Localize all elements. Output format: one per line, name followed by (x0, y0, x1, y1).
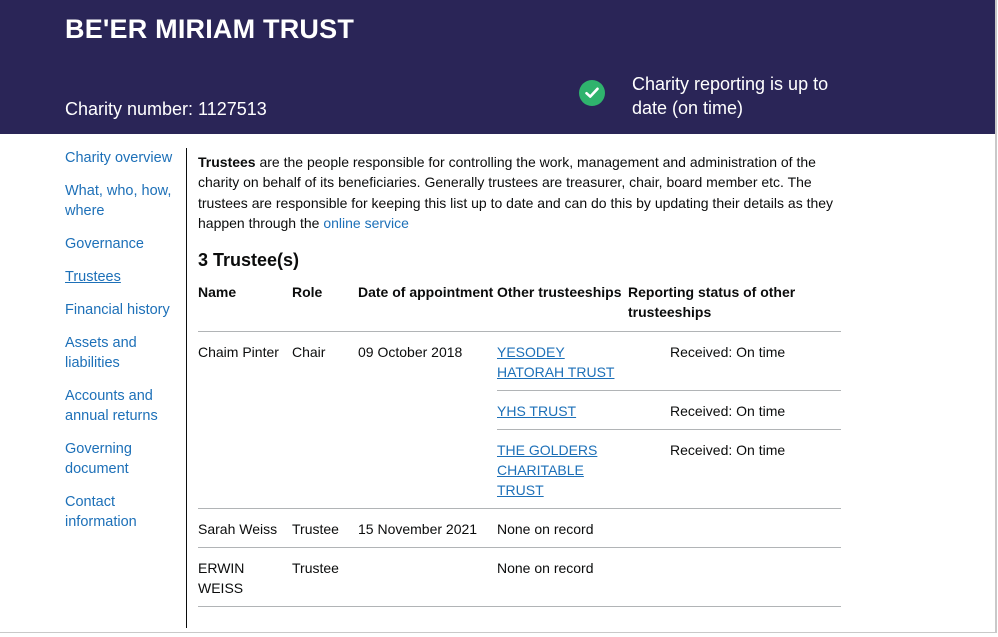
trusteeship-reporting-status: Received: On time (628, 331, 841, 391)
sidebar-item-governing-document[interactable]: Governing document (65, 439, 183, 479)
table-row: Chaim Pinter Chair 09 October 2018 YESOD… (198, 331, 841, 509)
trusteeship-reporting-status (628, 547, 841, 607)
other-trusteeships-none: None on record (497, 508, 628, 548)
trustees-content: Trustees are the people responsible for … (198, 152, 841, 607)
online-service-link[interactable]: online service (323, 215, 409, 231)
other-trusteeship-link[interactable]: YESODEY HATORAH TRUST (497, 344, 614, 380)
sidebar-item-what-who-how-where[interactable]: What, who, how, where (65, 181, 183, 221)
other-trusteeship-cell: THE GOLDERS CHARITABLE TRUST (497, 429, 628, 509)
table-row: Sarah Weiss Trustee 15 November 2021 Non… (198, 508, 841, 548)
trusteeship-reporting-status (628, 508, 841, 548)
sidebar-item-financial-history[interactable]: Financial history (65, 300, 183, 320)
trustee-name: Sarah Weiss (198, 508, 292, 548)
reporting-status: Charity reporting is up to date (on time… (579, 72, 879, 120)
trustees-heading: 3 Trustee(s) (198, 250, 300, 270)
trustee-name: Chaim Pinter (198, 331, 292, 509)
reporting-status-text: Charity reporting is up to date (on time… (632, 74, 829, 118)
page-border-bottom (0, 632, 997, 633)
other-trusteeship-link[interactable]: THE GOLDERS CHARITABLE TRUST (497, 442, 597, 498)
trustees-intro: Trustees are the people responsible for … (198, 152, 838, 233)
table-row: ERWIN WEISS Trustee None on record (198, 547, 841, 607)
table-header-row: Name Role Date of appointment Other trus… (198, 282, 841, 332)
column-header-reporting-status: Reporting status of other trusteeships (628, 282, 841, 332)
trustee-role: Trustee (292, 547, 358, 607)
other-trusteeship-link[interactable]: YHS TRUST (497, 403, 576, 419)
sidebar-item-governance[interactable]: Governance (65, 234, 183, 254)
column-header-date: Date of appointment (358, 282, 497, 332)
sidebar-item-charity-overview[interactable]: Charity overview (65, 148, 183, 168)
charity-title: BE'ER MIRIAM TRUST (65, 14, 355, 44)
trustees-table: Name Role Date of appointment Other trus… (198, 282, 841, 607)
trustee-name: ERWIN WEISS (198, 547, 292, 607)
other-trusteeship-cell: YESODEY HATORAH TRUST (497, 331, 628, 391)
other-trusteeships-none: None on record (497, 547, 628, 607)
sidebar-item-trustees[interactable]: Trustees (65, 267, 183, 287)
check-circle-icon (579, 80, 605, 106)
sidebar-item-assets-liabilities[interactable]: Assets and liabilities (65, 333, 183, 373)
trustee-appointment-date: 09 October 2018 (358, 331, 497, 509)
sidebar-item-accounts-returns[interactable]: Accounts and annual returns (65, 386, 183, 426)
page-border-right (995, 0, 997, 632)
charity-number: Charity number: 1127513 (65, 99, 267, 119)
sidebar-nav: Charity overview What, who, how, where G… (65, 148, 183, 545)
sidebar-item-contact-information[interactable]: Contact information (65, 492, 183, 532)
page-header: BE'ER MIRIAM TRUST Charity number: 11275… (0, 0, 995, 134)
trusteeship-reporting-status: Received: On time (628, 429, 841, 509)
intro-text: are the people responsible for controlli… (198, 154, 834, 231)
content-divider (186, 148, 187, 628)
intro-bold-term: Trustees (198, 154, 256, 170)
trustee-appointment-date (358, 547, 497, 607)
trustee-role: Chair (292, 331, 358, 509)
trustee-appointment-date: 15 November 2021 (358, 508, 497, 548)
trusteeship-reporting-status: Received: On time (628, 390, 841, 430)
column-header-name: Name (198, 282, 292, 332)
column-header-other-trusteeships: Other trusteeships (497, 282, 628, 332)
trustee-role: Trustee (292, 508, 358, 548)
other-trusteeship-cell: YHS TRUST (497, 390, 628, 430)
column-header-role: Role (292, 282, 358, 332)
